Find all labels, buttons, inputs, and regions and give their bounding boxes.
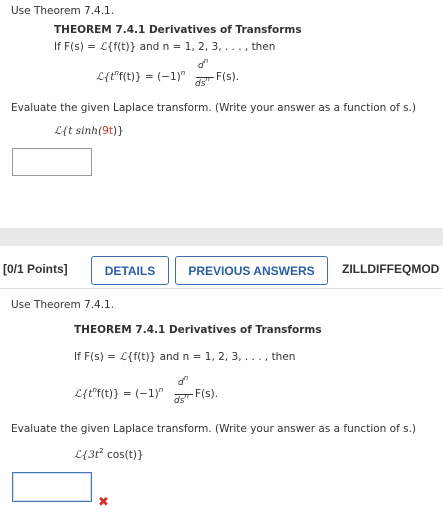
q2-laplace-symbol: ℒ [119,351,127,363]
q2-instruction: Evaluate the given Laplace transform. (W… [11,423,417,435]
q1-formula-lhs: ℒ{tnf(t)} = (−1)n [96,69,186,83]
course-code: ZILLDIFFEQMOD [342,262,440,276]
q1-if-mid: {f(t)} and n = 1, 2, 3, . . . , then [106,41,276,53]
question-divider [0,228,443,246]
q1-formula-n2: n [180,69,186,77]
previous-answers-button[interactable]: PREVIOUS ANSWERS [175,256,328,285]
q2-expr-prefix: ℒ{3t [74,449,100,461]
q2-theorem-condition: If F(s) = ℒ{f(t)} and n = 1, 2, 3, . . .… [74,351,295,363]
q1-laplace-symbol: ℒ [99,41,107,53]
q1-expr-prefix: ℒ{t sinh( [54,125,103,137]
q2-formula-n2: n [158,386,164,394]
q2-theorem-title: THEOREM 7.4.1 Derivatives of Transforms [74,324,322,336]
q1-formula-mid: f(t)} = (−1) [118,71,181,83]
q1-formula-numerator: dn [198,57,209,71]
x-mark-icon: ✖ [98,495,109,510]
q1-instruction: Evaluate the given Laplace transform. (W… [11,102,417,114]
details-button[interactable]: DETAILS [91,256,169,285]
q2-expr-suffix: cos(t)} [103,449,144,461]
q2-formula-rhs: F(s). [195,388,219,400]
q1-formula-rhs: F(s). [216,71,240,83]
q2-expression: ℒ{3t2 cos(t)} [74,447,144,461]
q1-expr-highlight: 9t [102,125,113,137]
q1-formula-n: n [114,69,119,77]
header-rule [0,288,443,289]
q2-intro: Use Theorem 7.4.1. [11,299,115,311]
q2-if-mid: {f(t)} and n = 1, 2, 3, . . . , then [126,351,296,363]
q2-score: [0/1 Points] [3,262,68,276]
q2-formula-lhs-text: ℒ{t [74,388,93,400]
q2-expr-sup: 2 [99,447,104,455]
q2-formula-lhs: ℒ{tnf(t)} = (−1)n [74,386,164,400]
q1-expr-suffix: )} [112,125,124,137]
q1-intro: Use Theorem 7.4.1. [11,5,115,17]
q2-formula-mid: f(t)} = (−1) [96,388,159,400]
q1-theorem-title: THEOREM 7.4.1 Derivatives of Transforms [54,24,302,36]
q1-formula-lhs-text: ℒ{t [96,71,115,83]
q1-theorem-condition: If F(s) = ℒ{f(t)} and n = 1, 2, 3, . . .… [54,41,275,53]
q1-answer-input[interactable] [12,148,92,176]
q1-expression: ℒ{t sinh(9t)} [54,125,124,137]
q2-answer-input[interactable] [12,472,92,502]
q1-if-prefix: If F(s) = [54,41,100,53]
q2-formula-denominator: dsn [174,392,189,406]
q2-formula-n: n [92,386,97,394]
q2-if-prefix: If F(s) = [74,351,120,363]
q2-formula-numerator: dn [178,374,189,388]
q1-formula-denominator: dsn [195,75,210,89]
